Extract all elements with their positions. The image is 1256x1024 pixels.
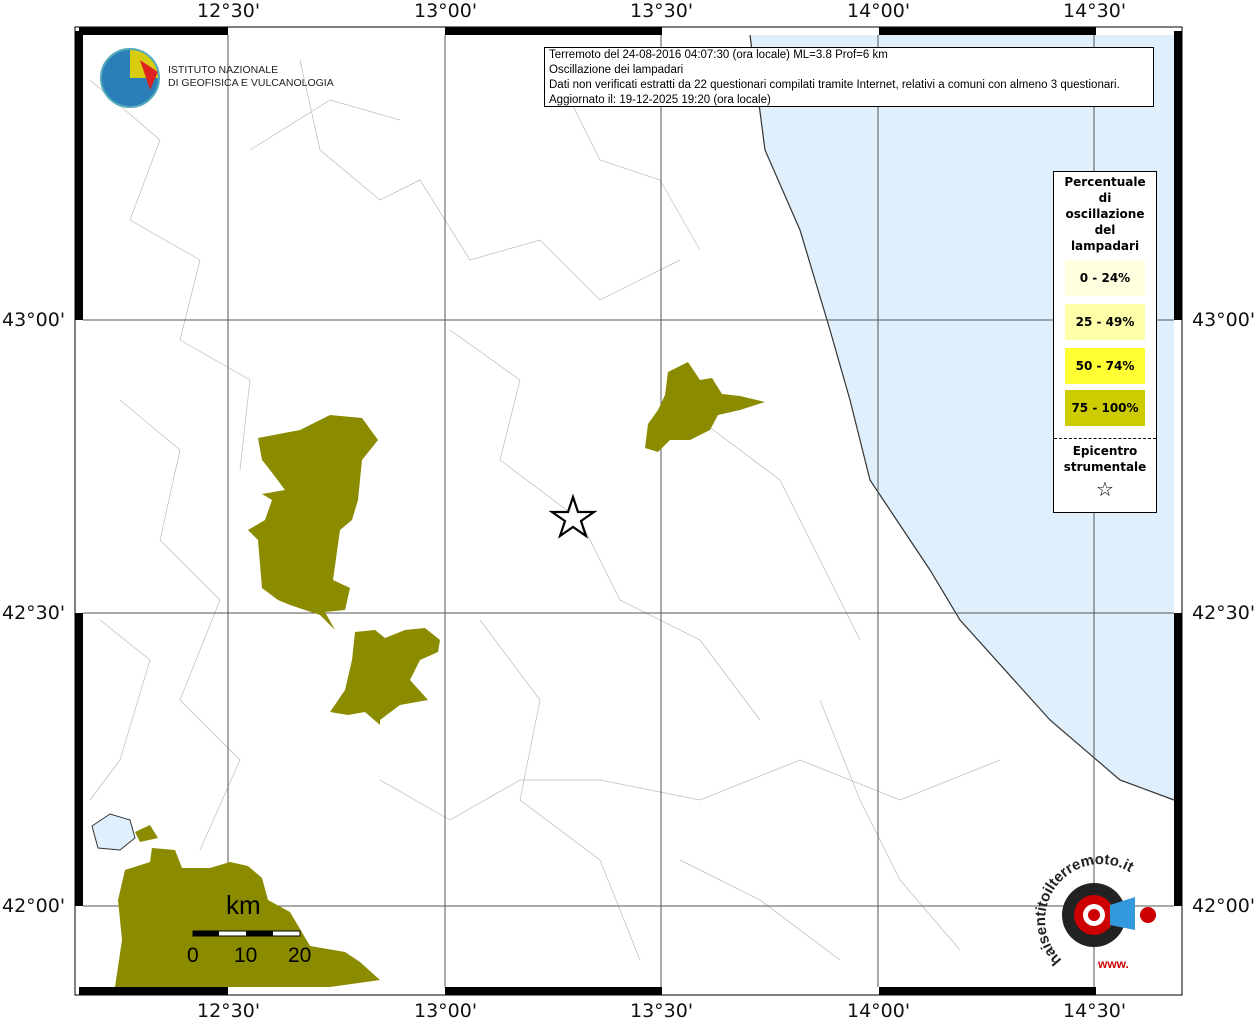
legend-title-line: Percentuale	[1064, 175, 1146, 189]
event-info-box: Terremoto del 24-08-2016 04:07:30 (ora l…	[544, 47, 1154, 107]
logo-line: DI GEOFISICA E VULCANOLOGIA	[168, 77, 334, 89]
logo-line: ISTITUTO NAZIONALE	[168, 64, 279, 76]
lon-label-bottom: 14°00'	[847, 1000, 911, 1022]
lon-label-top: 12°30'	[197, 0, 261, 22]
lon-label-top: 13°30'	[630, 0, 694, 22]
legend-class-25-49: 25 - 49%	[1065, 304, 1145, 340]
lon-label-top: 14°00'	[847, 0, 911, 22]
map-subject: Oscillazione dei lampadari	[549, 64, 684, 76]
legend-title-line: lampadari	[1070, 239, 1140, 253]
data-note: Dati non verificati estratti da 22 quest…	[549, 79, 1120, 91]
legend-epicentre-label: strumentale	[1063, 460, 1147, 474]
legend-class-50-74: 50 - 74%	[1065, 348, 1145, 384]
lat-label-right: 42°30'	[1192, 602, 1256, 624]
scale-tick: 20	[288, 944, 312, 967]
legend-title-line: del	[1094, 223, 1116, 237]
event-title: Terremoto del 24-08-2016 04:07:30 (ora l…	[549, 49, 888, 61]
lon-label-bottom: 14°30'	[1063, 1000, 1127, 1022]
lon-label-bottom: 12°30'	[197, 1000, 261, 1022]
lon-label-top: 13°00'	[414, 0, 478, 22]
lat-label-right: 42°00'	[1192, 895, 1256, 917]
legend-title-line: oscillazione	[1065, 207, 1145, 221]
scale-unit: km	[226, 890, 261, 920]
legend-title: Percentuale di oscillazione del lampadari	[1054, 174, 1156, 254]
lon-label-top: 14°30'	[1063, 0, 1127, 22]
legend: Percentuale di oscillazione del lampadari 0 …	[1053, 171, 1157, 513]
lat-label-right: 43°00'	[1192, 309, 1256, 331]
lat-label-left: 42°00'	[2, 895, 66, 917]
legend-title-line: di	[1098, 191, 1112, 205]
lon-label-bottom: 13°00'	[414, 1000, 478, 1022]
star-icon: ☆	[1096, 477, 1114, 501]
scale-bar	[192, 930, 301, 937]
lat-label-left: 42°30'	[2, 602, 66, 624]
legend-divider	[1054, 438, 1156, 439]
scale-tick: 10	[234, 944, 258, 967]
legend-class-75-100: 75 - 100%	[1065, 390, 1145, 426]
scale-tick: 0	[187, 944, 199, 967]
updated-time: Aggiornato il: 19-12-2025 19:20 (ora loc…	[549, 94, 771, 106]
lon-label-bottom: 13°30'	[630, 1000, 694, 1022]
legend-epicentre-label: Epicentro	[1072, 444, 1138, 458]
lat-label-left: 43°00'	[2, 309, 66, 331]
ingv-logo-icon	[100, 48, 160, 108]
legend-class-0-24: 0 - 24%	[1065, 260, 1145, 296]
ingv-logo-text: ISTITUTO NAZIONALE DI GEOFISICA E VULCANO…	[168, 64, 334, 90]
